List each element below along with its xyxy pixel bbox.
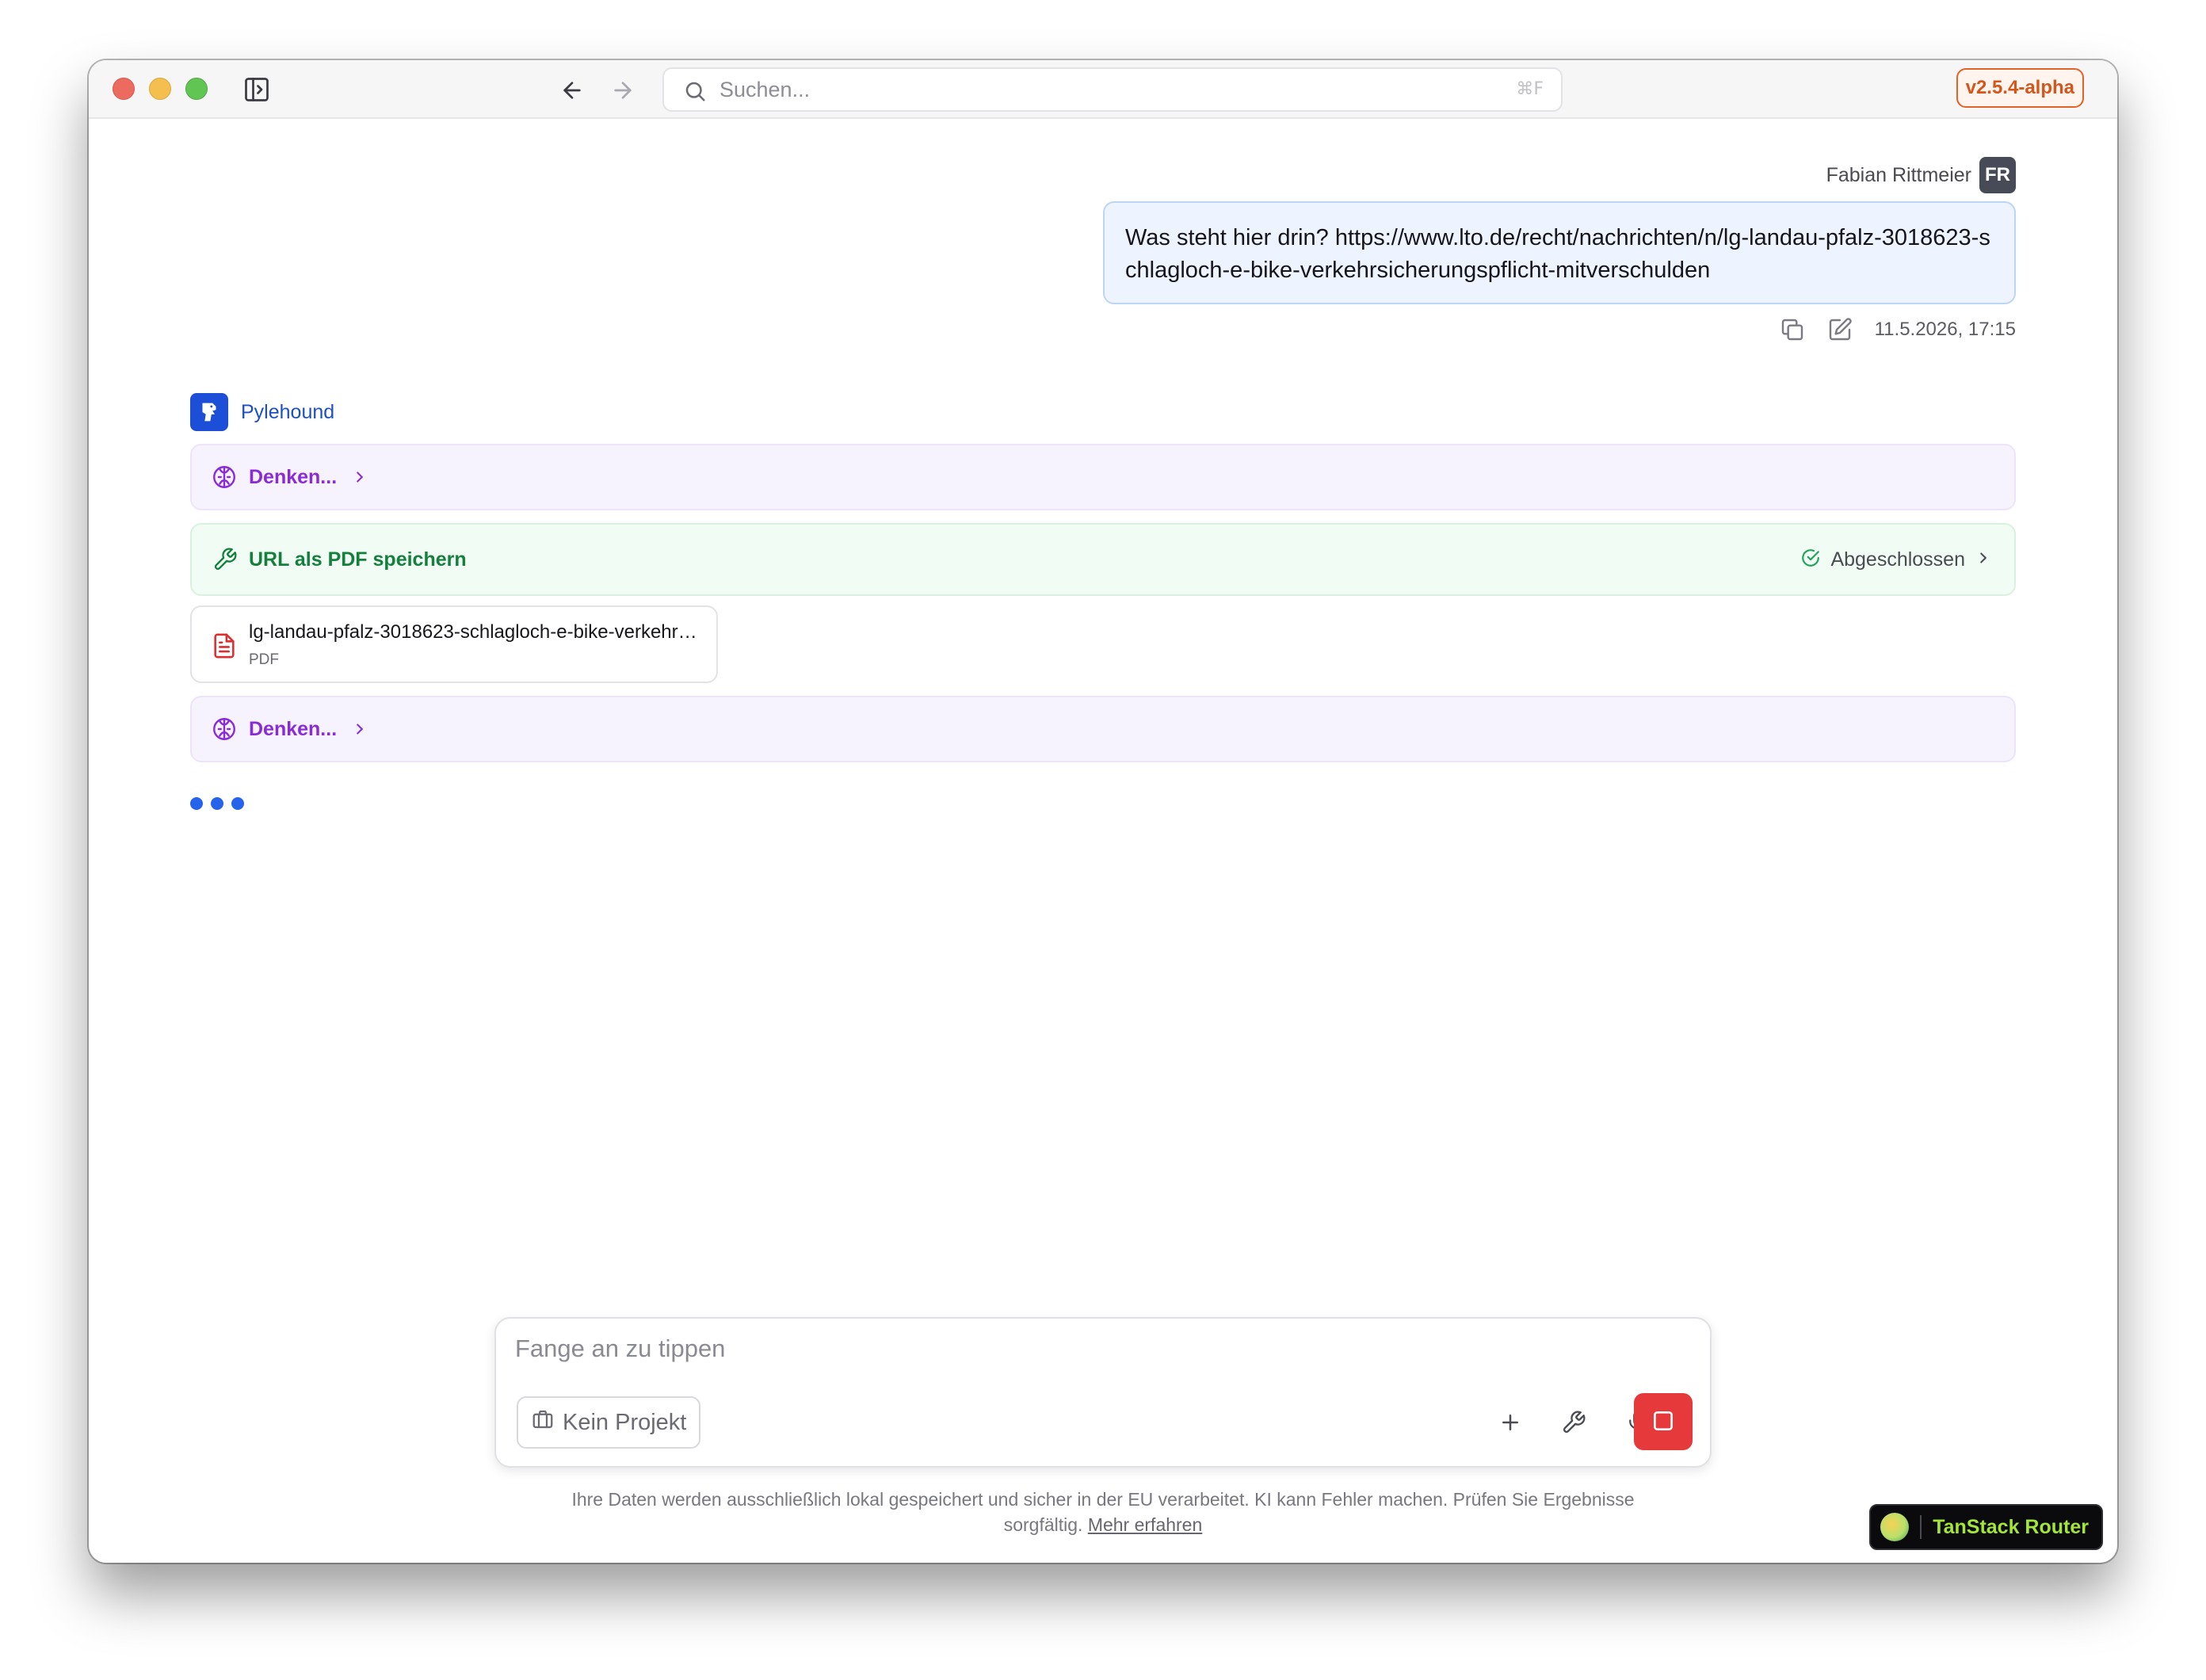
- typing-indicator: [190, 797, 244, 810]
- file-attachment-card[interactable]: lg-landau-pfalz-3018623-schlagloch-e-bik…: [190, 605, 718, 683]
- privacy-disclaimer: Ihre Daten werden ausschließlich lokal g…: [494, 1487, 1712, 1537]
- message-input[interactable]: [515, 1334, 1688, 1379]
- title-bar: ⌘F v2.5.4-alpha: [89, 60, 2117, 119]
- learn-more-link[interactable]: Mehr erfahren: [1088, 1514, 1202, 1535]
- minimize-window-button[interactable]: [149, 78, 171, 100]
- thinking-label: Denken...: [249, 465, 338, 488]
- assistant-header: Pylehound: [190, 393, 334, 431]
- check-circle-icon: [1800, 548, 1821, 572]
- stop-icon: [1651, 1408, 1676, 1436]
- user-message-header: Fabian Rittmeier FR: [1826, 157, 2016, 193]
- version-badge[interactable]: v2.5.4-alpha: [1956, 68, 2084, 108]
- thinking-panel-1[interactable]: Denken...: [190, 444, 2016, 510]
- thinking-label: Denken...: [249, 717, 338, 740]
- copy-icon[interactable]: [1780, 317, 1805, 342]
- file-text-icon: [211, 631, 238, 661]
- divider: [1920, 1515, 1922, 1539]
- tanstack-logo-icon: [1880, 1513, 1910, 1541]
- tool-status-label: Abgeschlossen: [1830, 548, 1965, 571]
- thinking-panel-2[interactable]: Denken...: [190, 696, 2016, 762]
- disclaimer-text: Ihre Daten werden ausschließlich lokal g…: [571, 1489, 1635, 1510]
- assistant-name: Pylehound: [241, 400, 335, 423]
- user-message-bubble: Was steht hier drin? https://www.lto.de/…: [1103, 201, 2016, 304]
- typing-dot: [190, 797, 203, 810]
- close-window-button[interactable]: [113, 78, 135, 100]
- search-bar: ⌘F: [662, 67, 1563, 112]
- message-composer: Kein Projekt: [494, 1317, 1712, 1468]
- edit-icon[interactable]: [1827, 317, 1853, 342]
- typing-dot: [231, 797, 244, 810]
- project-select-button[interactable]: Kein Projekt: [517, 1396, 701, 1449]
- chevron-right-icon: [1975, 549, 1992, 571]
- file-name: lg-landau-pfalz-3018623-schlagloch-e-bik…: [249, 621, 700, 643]
- plus-icon: [1498, 1411, 1522, 1437]
- search-shortcut: ⌘F: [1516, 79, 1544, 99]
- tool-status: Abgeschlossen: [1800, 548, 1992, 572]
- user-message-meta: 11.5.2026, 17:15: [1780, 314, 2016, 346]
- tools-button[interactable]: [1555, 1404, 1593, 1442]
- stop-generation-button[interactable]: [1634, 1393, 1693, 1450]
- project-label: Kein Projekt: [563, 1409, 687, 1435]
- tanstack-label: TanStack Router: [1933, 1515, 2089, 1538]
- brain-icon: [211, 464, 238, 491]
- user-avatar: FR: [1979, 157, 2016, 193]
- brain-icon: [211, 716, 238, 743]
- maximize-window-button[interactable]: [185, 78, 208, 100]
- chevron-right-icon: [351, 720, 368, 738]
- disclaimer-text-end: sorgfältig.: [1003, 1514, 1083, 1535]
- add-attachment-button[interactable]: [1491, 1404, 1529, 1442]
- wrench-icon: [1561, 1410, 1586, 1438]
- search-icon: [683, 79, 707, 103]
- app-window: ⌘F v2.5.4-alpha Fabian Rittmeier FR Was …: [89, 60, 2117, 1563]
- tanstack-devtools-button[interactable]: TanStack Router: [1869, 1504, 2103, 1550]
- sidebar-toggle-icon[interactable]: [242, 75, 271, 104]
- assistant-avatar: [190, 393, 228, 431]
- message-timestamp: 11.5.2026, 17:15: [1874, 319, 2016, 340]
- tool-call-panel[interactable]: URL als PDF speichern Abgeschlossen: [190, 523, 2016, 596]
- typing-dot: [211, 797, 223, 810]
- tool-label: URL als PDF speichern: [249, 548, 467, 571]
- arrow-left-icon[interactable]: [559, 78, 585, 103]
- wrench-icon: [212, 547, 238, 572]
- user-name: Fabian Rittmeier: [1826, 163, 1971, 186]
- file-type: PDF: [249, 651, 279, 668]
- arrow-right-icon[interactable]: [610, 78, 635, 103]
- search-input[interactable]: [719, 74, 1464, 105]
- chevron-right-icon: [351, 468, 368, 486]
- briefcase-icon: [531, 1407, 555, 1438]
